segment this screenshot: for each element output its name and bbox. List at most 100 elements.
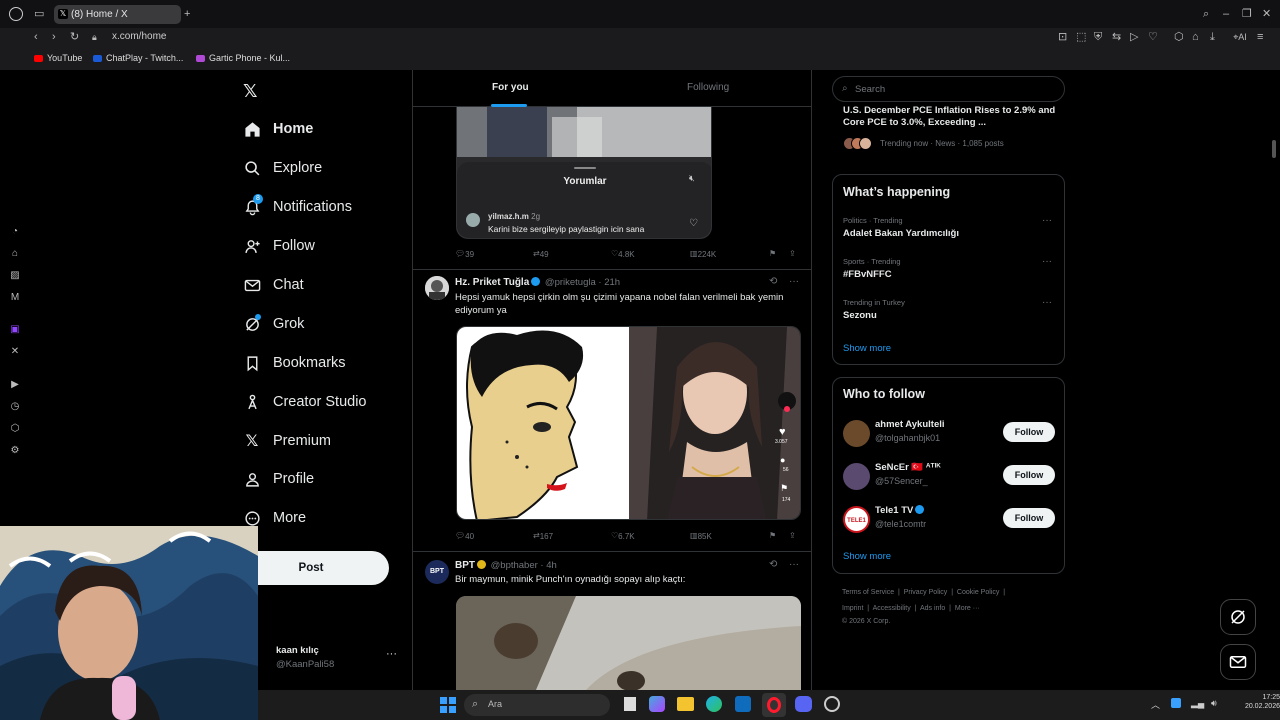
tweet3-name[interactable]: BPT [455,560,475,571]
bookmark-page-icon[interactable]: ⊡ [1058,30,1067,44]
twitch-icon[interactable]: ▣ [8,323,22,337]
bookmark-gartic[interactable]: Gartic Phone - Kul... [196,53,290,63]
translate-icon[interactable]: ⇆ [1112,30,1121,44]
menu-icon[interactable]: ≡ [1257,30,1263,44]
follow-button[interactable]: Follow [1003,465,1055,485]
nav-grok[interactable]: Grok [242,309,304,339]
aria-icon[interactable]: ⌂ [8,247,22,261]
footer-terms[interactable]: Terms of Service [842,589,894,596]
share-button[interactable]: ⇪ [789,249,796,258]
footer-imprint[interactable]: Imprint [842,605,863,612]
store-icon[interactable] [735,696,751,712]
volume-icon[interactable]: 🔊︎ [1211,698,1217,709]
nav-follow[interactable]: Follow [242,231,315,261]
nav-premium[interactable]: 𝕏 Premium [242,426,331,456]
mute-icon[interactable]: 🔇︎ [689,173,695,184]
grok-fab[interactable] [1220,599,1256,635]
download-icon[interactable]: ⤓ [1210,30,1215,44]
back-icon[interactable]: ‹ [34,30,38,44]
like-button[interactable]: ♡ 6.7K [611,531,635,541]
play-icon[interactable]: ▷ [1130,30,1138,44]
x-logo-icon[interactable]: 𝕏 [243,81,258,102]
tweet2-time[interactable]: 21h [604,277,620,288]
tab-workspaces-icon[interactable]: ▭ [34,7,44,21]
obs-icon[interactable] [824,696,840,712]
clock-icon[interactable]: ◷ [8,400,22,414]
follow-button[interactable]: Follow [1003,422,1055,442]
search-tabs-icon[interactable]: ⌕ [1203,7,1209,21]
restore-icon[interactable]: ❐ [1242,7,1252,21]
suggested-name-row[interactable]: Tele1 TV [875,505,926,516]
bookmark-button[interactable]: ⚑ [769,531,776,540]
follow-button[interactable]: Follow [1003,508,1055,528]
views-button[interactable]: ▥ 224K [690,249,716,259]
file-explorer-icon[interactable] [677,697,694,711]
tab-for-you[interactable]: For you [492,82,529,93]
views-button[interactable]: ▥ 85K [690,531,712,541]
repost-button[interactable]: ⇄ 49 [533,249,549,259]
tray-chevron-icon[interactable]: ︿ [1151,698,1160,711]
close-window-icon[interactable]: ✕ [1262,7,1271,21]
footer-cookie[interactable]: Cookie Policy [957,589,999,596]
opera-taskbar-button[interactable] [762,693,786,717]
scrollbar-thumb[interactable] [1272,140,1276,158]
comment-like-icon[interactable]: ♡ [689,218,698,229]
m-app-icon[interactable]: M [8,291,22,305]
minimize-icon[interactable]: – [1223,7,1229,21]
search-box[interactable]: ⌕ Search [832,76,1065,102]
nav-chat[interactable]: Chat [242,270,304,300]
trend-more-icon[interactable]: ··· [1042,256,1052,267]
snapshot-icon[interactable]: ⬚ [1076,30,1086,44]
heart-icon[interactable]: ♡ [1148,30,1158,44]
top-trend-title[interactable]: U.S. December PCE Inflation Rises to 2.9… [843,105,1058,129]
bookmark-chatplay[interactable]: ChatPlay - Twitch... [93,53,183,63]
task-view-icon[interactable] [624,697,636,711]
avatar[interactable]: TELE1 [843,506,870,533]
like-button[interactable]: ♡ 4.8K [611,249,635,259]
grok-explain-icon[interactable]: ⟲ [769,559,777,570]
avatar[interactable] [843,463,870,490]
reload-icon[interactable]: ↻ [70,30,79,44]
ai-icon[interactable]: ⌖AI [1230,30,1250,44]
reply-button[interactable]: 💬︎ 40 [455,531,474,541]
grok-explain-icon[interactable]: ⟲ [769,276,777,287]
account-switcher[interactable]: kaan kılıç @KaanPali58 ··· [258,638,408,678]
tray-app-icon[interactable] [1171,698,1181,708]
nav-creator-studio[interactable]: Creator Studio [242,387,367,417]
address-bar[interactable]: x.com/home [112,31,166,42]
share-button[interactable]: ⇪ [789,531,796,540]
nav-explore[interactable]: Explore [242,153,322,183]
extensions-icon[interactable]: ⬡ [1174,30,1184,44]
reply-button[interactable]: 💬︎ 39 [455,249,474,259]
discord-icon[interactable] [795,696,812,712]
player-icon[interactable]: ▶ [8,378,22,392]
taskbar-search[interactable]: ⌕ Ara [464,694,610,716]
account-icon[interactable]: ⌂ [1192,30,1199,44]
drag-handle[interactable] [574,167,596,169]
browser-tab-home[interactable]: 𝕏 (8) Home / X [54,5,181,24]
taskbar-clock[interactable]: 17:25 20.02.2026 [1230,693,1280,711]
footer-more[interactable]: More ··· [955,605,980,612]
tweet3-media[interactable] [456,596,801,690]
trend-more-icon[interactable]: ··· [1042,297,1052,308]
nav-profile[interactable]: Profile [242,464,314,494]
settings-icon[interactable]: ⚙ [8,444,22,458]
repost-button[interactable]: ⇄ 167 [533,531,553,541]
bookmark-youtube[interactable]: YouTube [34,53,82,63]
tweet2-media[interactable]: ♥ 3.057 ● 56 ⚑ 174 [456,326,801,520]
tweet2-avatar[interactable] [425,276,449,300]
nav-notifications[interactable]: 8 Notifications [242,192,352,222]
opera-logo-icon[interactable] [9,7,23,21]
trend-more-icon[interactable]: ··· [1042,215,1052,226]
bookmark-button[interactable]: ⚑ [769,249,776,258]
suggested-name[interactable]: SeNcEr 🇹🇷 ᴬᵀᴵᴷ [875,462,941,473]
tweet3-handle[interactable]: @bpthaber [491,560,538,571]
tweet2-handle[interactable]: @priketugla [545,277,596,288]
forward-icon[interactable]: › [52,30,56,44]
tweet3-avatar[interactable]: BPT [425,560,449,584]
avatar[interactable] [843,420,870,447]
tab-following[interactable]: Following [687,82,729,93]
copilot-icon[interactable] [649,696,665,712]
pinboard-icon[interactable]: ▨ [8,269,22,283]
account-more-icon[interactable]: ··· [386,648,397,660]
